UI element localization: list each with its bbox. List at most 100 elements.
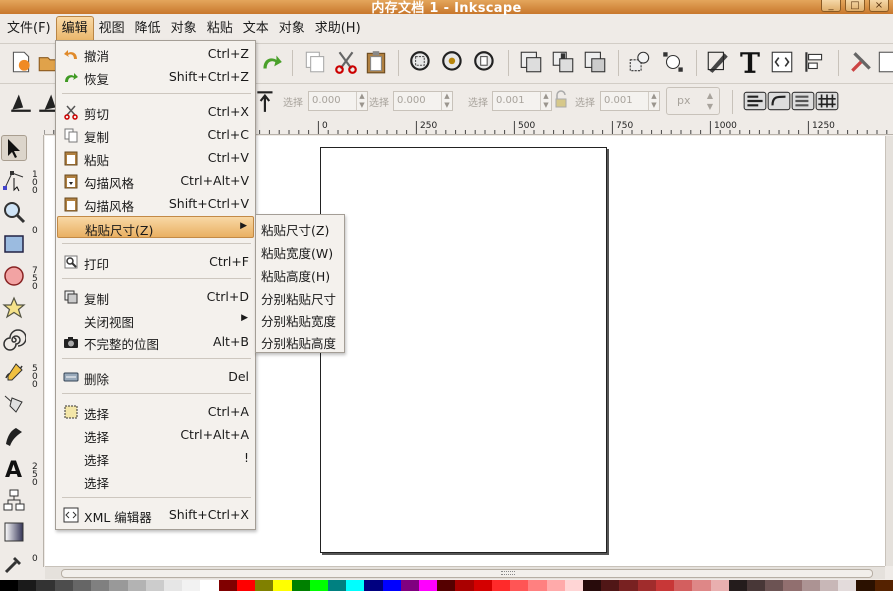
zoom-drawing-icon[interactable]	[440, 49, 466, 75]
menu-item-undo[interactable]: 撤消 Ctrl+Z	[57, 43, 254, 65]
maximize-button[interactable]: □	[845, 0, 865, 12]
scrollbar-thumb[interactable]	[61, 569, 873, 578]
document-properties-icon[interactable]	[875, 49, 893, 75]
text-tool-icon[interactable]: A	[1, 455, 27, 481]
color-swatch[interactable]	[18, 580, 37, 591]
menu-item-paste-in-place[interactable]: 勾描风格 Shift+Ctrl+V	[57, 193, 254, 215]
menu-help[interactable]: 求助(H)	[310, 16, 366, 41]
h-field[interactable]: 0.001 ▲ ▼	[600, 91, 660, 111]
color-swatch[interactable]	[163, 580, 183, 591]
color-swatch[interactable]	[619, 580, 638, 591]
color-swatch[interactable]	[145, 580, 164, 591]
preferences-icon[interactable]	[848, 49, 874, 75]
color-swatch[interactable]	[382, 580, 401, 591]
color-swatch[interactable]	[72, 580, 92, 591]
color-swatch[interactable]	[91, 580, 110, 591]
menu-item-paste-size[interactable]: 粘贴尺寸(Z) ▶	[57, 216, 254, 238]
color-swatch[interactable]	[728, 580, 747, 591]
pencil-tool-icon[interactable]	[1, 359, 27, 385]
ungroup-icon[interactable]	[550, 49, 576, 75]
color-swatch[interactable]	[473, 580, 492, 591]
x-field[interactable]: 0.000 ▲ ▼	[308, 91, 368, 111]
color-swatch[interactable]	[710, 580, 729, 591]
duplicate-icon[interactable]	[302, 49, 328, 75]
color-swatch[interactable]	[655, 580, 675, 591]
menu-item-invert-selection[interactable]: 选择 !	[57, 447, 254, 469]
color-swatch[interactable]	[400, 580, 420, 591]
cut-icon[interactable]	[333, 49, 359, 75]
affect-gradients-icon[interactable]	[790, 88, 816, 114]
color-swatch[interactable]	[801, 580, 820, 591]
color-swatch[interactable]	[419, 580, 438, 591]
zoom-selection-icon[interactable]	[408, 49, 434, 75]
submenu-item-paste-height[interactable]: 粘贴高度(H)	[261, 266, 330, 285]
horizontal-scrollbar[interactable]	[45, 566, 885, 579]
menu-item-print[interactable]: 打印 Ctrl+F	[57, 251, 254, 273]
dropper-tool-icon[interactable]	[1, 551, 27, 577]
lower-icon[interactable]	[582, 49, 608, 75]
color-swatch[interactable]	[236, 580, 256, 591]
zoom-page-icon[interactable]	[472, 49, 498, 75]
color-swatch[interactable]	[309, 580, 328, 591]
menu-text[interactable]: 文本	[238, 16, 274, 41]
color-swatch[interactable]	[273, 580, 292, 591]
color-swatch[interactable]	[291, 580, 310, 591]
selector-tool-icon[interactable]	[1, 135, 27, 161]
color-swatch[interactable]	[109, 580, 128, 591]
redo-icon[interactable]	[258, 49, 284, 75]
affect-corners-icon[interactable]	[766, 88, 792, 114]
color-swatch[interactable]	[856, 580, 875, 591]
color-swatch[interactable]	[583, 580, 602, 591]
menu-item-paste[interactable]: 粘贴 Ctrl+V	[57, 147, 254, 169]
affect-stroke-icon[interactable]	[742, 88, 768, 114]
submenu-item-paste-width[interactable]: 粘贴宽度(W)	[261, 243, 333, 262]
menu-layer[interactable]: 降低	[130, 16, 166, 41]
new-document-icon[interactable]	[8, 49, 34, 75]
group-icon[interactable]	[518, 49, 544, 75]
color-swatch[interactable]	[218, 580, 237, 591]
color-swatch[interactable]	[546, 580, 565, 591]
color-swatch[interactable]	[601, 580, 620, 591]
menu-item-redo[interactable]: 恢复 Shift+Ctrl+Z	[57, 66, 254, 88]
rectangle-tool-icon[interactable]	[1, 231, 27, 257]
node-tool-icon[interactable]	[1, 167, 27, 193]
menu-item-deselect[interactable]: 选择	[57, 470, 254, 492]
unit-select[interactable]: px ▲ ▼	[666, 87, 720, 115]
color-swatch[interactable]	[692, 580, 711, 591]
minimize-button[interactable]: _	[821, 0, 841, 12]
vertical-scrollbar[interactable]	[885, 136, 893, 566]
align-distribute-icon[interactable]	[627, 49, 653, 75]
color-swatch[interactable]	[327, 580, 347, 591]
align-icon[interactable]	[801, 49, 827, 75]
color-swatch[interactable]	[0, 580, 19, 591]
color-swatch[interactable]	[746, 580, 766, 591]
color-swatch[interactable]	[491, 580, 511, 591]
color-swatch[interactable]	[437, 580, 456, 591]
color-swatch[interactable]	[54, 580, 73, 591]
lock-icon[interactable]	[553, 89, 569, 111]
menu-object[interactable]: 对象	[166, 16, 202, 41]
color-swatch[interactable]	[819, 580, 839, 591]
menu-effects[interactable]: 对象	[274, 16, 310, 41]
pen-tool-icon[interactable]	[1, 391, 27, 417]
connector-tool-icon[interactable]	[1, 487, 27, 513]
star-tool-icon[interactable]	[1, 295, 27, 321]
w-field[interactable]: 0.001 ▲ ▼	[492, 91, 552, 111]
submenu-item-paste-width-separately[interactable]: 分别粘贴宽度	[261, 311, 336, 330]
submenu-item-paste-size-separately[interactable]: 分别粘贴尺寸	[261, 289, 336, 308]
color-swatch[interactable]	[364, 580, 383, 591]
menu-view[interactable]: 视图	[94, 16, 130, 41]
spiral-tool-icon[interactable]	[1, 327, 27, 353]
color-swatch[interactable]	[564, 580, 583, 591]
color-swatch[interactable]	[127, 580, 146, 591]
color-swatch[interactable]	[783, 580, 802, 591]
color-swatch[interactable]	[637, 580, 656, 591]
color-swatch[interactable]	[200, 580, 219, 591]
submenu-item-paste-size[interactable]: 粘贴尺寸(Z)	[261, 220, 329, 239]
color-swatch[interactable]	[182, 580, 201, 591]
fill-stroke-icon[interactable]	[705, 49, 731, 75]
menu-path[interactable]: 粘贴	[202, 16, 238, 41]
color-swatch[interactable]	[510, 580, 529, 591]
color-swatch[interactable]	[255, 580, 274, 591]
close-button[interactable]: ×	[869, 0, 889, 12]
